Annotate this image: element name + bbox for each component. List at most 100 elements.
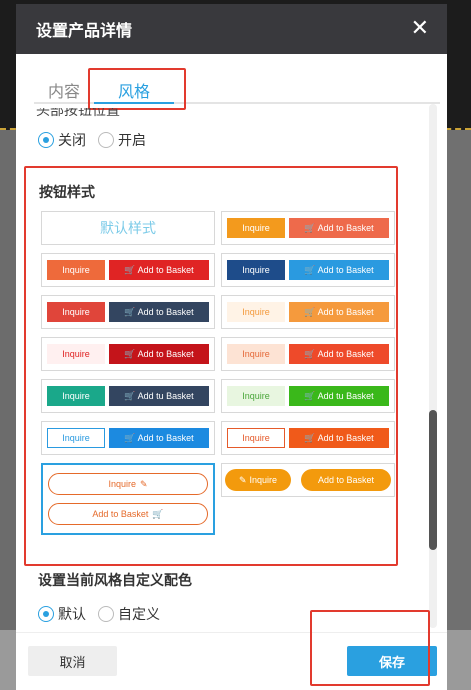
add-to-basket-label: Add to Basket xyxy=(137,307,194,317)
add-to-basket-label: Add to Basket xyxy=(317,223,374,233)
style-option[interactable]: Inquire 🛒 Add to Basket xyxy=(41,295,215,329)
rounded-inquire-label: Inquire xyxy=(249,475,278,485)
cart-icon: 🛒 xyxy=(124,390,136,401)
cart-icon: 🛒 xyxy=(124,348,136,359)
button-style-title: 按钮样式 xyxy=(39,185,95,201)
add-to-basket-button: 🛒 Add to Basket xyxy=(109,260,209,280)
add-to-basket-button: 🛒 Add to Basket xyxy=(289,428,389,448)
cart-icon: 🛒 xyxy=(304,348,316,359)
selected-add-label: Add to Basket xyxy=(92,509,149,519)
rounded-inquire-button: ✎ Inquire xyxy=(225,469,291,491)
style-option[interactable]: Inquire 🛒 Add to Basket xyxy=(221,337,395,371)
close-icon[interactable]: ✕ xyxy=(411,18,429,40)
style-option[interactable]: Inquire 🛒 Add tu Basket xyxy=(41,379,215,413)
add-to-basket-button: 🛒 Add tu Basket xyxy=(289,386,389,406)
rounded-add-button: Add to Basket xyxy=(301,469,391,491)
add-to-basket-button: 🛒 Add to Basket xyxy=(109,302,209,322)
add-to-basket-label: Add to Basket xyxy=(317,349,374,359)
selected-inquire-label: Inquire xyxy=(108,479,136,489)
radio-on[interactable]: 开启 xyxy=(98,130,146,150)
style-option[interactable]: Inquire 🛒 Add to Basket xyxy=(41,421,215,455)
radio-default-icon xyxy=(38,606,54,622)
add-to-basket-button: 🛒 Add to Basket xyxy=(289,218,389,238)
save-highlight-box xyxy=(310,610,430,686)
cart-icon: 🛒 xyxy=(304,390,316,401)
cart-icon: 🛒 xyxy=(304,306,316,317)
inquire-button: Inquire xyxy=(47,428,105,448)
radio-default[interactable]: 默认 xyxy=(38,604,86,624)
inquire-button: Inquire xyxy=(227,302,285,322)
inquire-button: Inquire xyxy=(227,386,285,406)
cart-icon: 🛒 xyxy=(152,508,164,519)
radio-custom-icon xyxy=(98,606,114,622)
radio-on-icon xyxy=(98,132,114,148)
add-to-basket-button: 🛒 Add tu Basket xyxy=(109,386,209,406)
radio-custom-label: 自定义 xyxy=(118,607,160,623)
cart-icon: 🛒 xyxy=(304,264,316,275)
style-default[interactable]: 默认样式 xyxy=(41,211,215,245)
inquire-button: Inquire xyxy=(47,302,105,322)
add-to-basket-button: 🛒 Add to Basket xyxy=(289,344,389,364)
inquire-button: Inquire xyxy=(47,386,105,406)
add-to-basket-label: Add to Basket xyxy=(137,349,194,359)
radio-off-label: 关闭 xyxy=(58,133,86,149)
cart-icon: 🛒 xyxy=(304,432,316,443)
custom-color-title: 设置当前风格自定义配色 xyxy=(38,573,192,589)
style-option[interactable]: Inquire 🛒 Add to Basket xyxy=(221,211,395,245)
add-to-basket-button: 🛒 Add to Basket xyxy=(289,260,389,280)
style-selected[interactable]: Inquire ✎ Add to Basket 🛒 xyxy=(41,463,215,535)
modal-header: 设置产品详情 ✕ xyxy=(16,4,447,54)
inquire-button: Inquire xyxy=(227,428,285,448)
add-to-basket-label: Add to Basket xyxy=(317,433,374,443)
add-to-basket-label: Add to Basket xyxy=(317,307,374,317)
style-option[interactable]: Inquire 🛒 Add tu Basket xyxy=(221,379,395,413)
scrollbar-thumb[interactable] xyxy=(429,410,437,550)
radio-off[interactable]: 关闭 xyxy=(38,130,86,150)
inquire-button: Inquire xyxy=(227,260,285,280)
cancel-button[interactable]: 取消 xyxy=(28,646,117,676)
radio-custom[interactable]: 自定义 xyxy=(98,604,160,624)
add-to-basket-label: Add to Basket xyxy=(137,433,194,443)
add-to-basket-button: 🛒 Add to Basket xyxy=(109,428,209,448)
cart-icon: 🛒 xyxy=(304,222,316,233)
default-style-label: 默认样式 xyxy=(100,221,156,237)
radio-on-label: 开启 xyxy=(118,133,146,149)
backdrop-left xyxy=(0,130,16,690)
style-option[interactable]: Inquire 🛒 Add to Basket xyxy=(221,421,395,455)
add-to-basket-label: Add to Basket xyxy=(317,265,374,275)
cart-icon: 🛒 xyxy=(124,264,136,275)
inquire-button: Inquire xyxy=(227,218,285,238)
modal-title: 设置产品详情 xyxy=(36,21,133,40)
rounded-add-label: Add to Basket xyxy=(317,475,375,485)
tab-highlight-box xyxy=(88,68,186,110)
backdrop-right xyxy=(447,130,471,690)
radio-default-label: 默认 xyxy=(58,607,86,623)
edit-icon: ✎ xyxy=(139,478,148,489)
inquire-button: Inquire xyxy=(47,344,105,364)
button-style-panel: 按钮样式 默认样式 Inquire 🛒 Add to Basket Inquire 🛒 A… xyxy=(24,166,398,566)
add-to-basket-label: Add to Basket xyxy=(137,265,194,275)
style-option[interactable]: Inquire 🛒 Add to Basket xyxy=(41,337,215,371)
cart-icon: 🛒 xyxy=(124,432,136,443)
header-button-label: 头部按钮位置 xyxy=(36,108,120,119)
tab-content[interactable]: 内容 xyxy=(34,74,94,102)
inquire-button: Inquire xyxy=(227,344,285,364)
selected-inquire-button: Inquire ✎ xyxy=(48,473,208,495)
selected-add-button: Add to Basket 🛒 xyxy=(48,503,208,525)
custom-color-radio-group: 默认 自定义 xyxy=(38,604,172,624)
style-option[interactable]: Inquire 🛒 Add to Basket xyxy=(221,253,395,287)
inquire-button: Inquire xyxy=(47,260,105,280)
cart-icon: 🛒 xyxy=(124,306,136,317)
add-to-basket-button: 🛒 Add to Basket xyxy=(109,344,209,364)
add-to-basket-label: Add tu Basket xyxy=(137,391,194,401)
toggle-radio-group: 关闭 开启 xyxy=(38,130,158,150)
add-to-basket-label: Add tu Basket xyxy=(317,391,374,401)
add-to-basket-button: 🛒 Add to Basket xyxy=(289,302,389,322)
product-settings-modal: 设置产品详情 ✕ 内容 风格 头部按钮位置 关闭 开启 按钮样式 默认样式 In… xyxy=(16,4,447,690)
edit-icon: ✎ xyxy=(238,474,247,485)
style-option[interactable]: Inquire 🛒 Add to Basket xyxy=(41,253,215,287)
style-rounded[interactable]: ✎ Inquire Add to Basket xyxy=(221,463,395,497)
style-option[interactable]: Inquire 🛒 Add to Basket xyxy=(221,295,395,329)
style-scroll-area[interactable]: 头部按钮位置 关闭 开启 按钮样式 默认样式 Inquire 🛒 Add to Ba… xyxy=(16,108,447,636)
radio-off-icon xyxy=(38,132,54,148)
